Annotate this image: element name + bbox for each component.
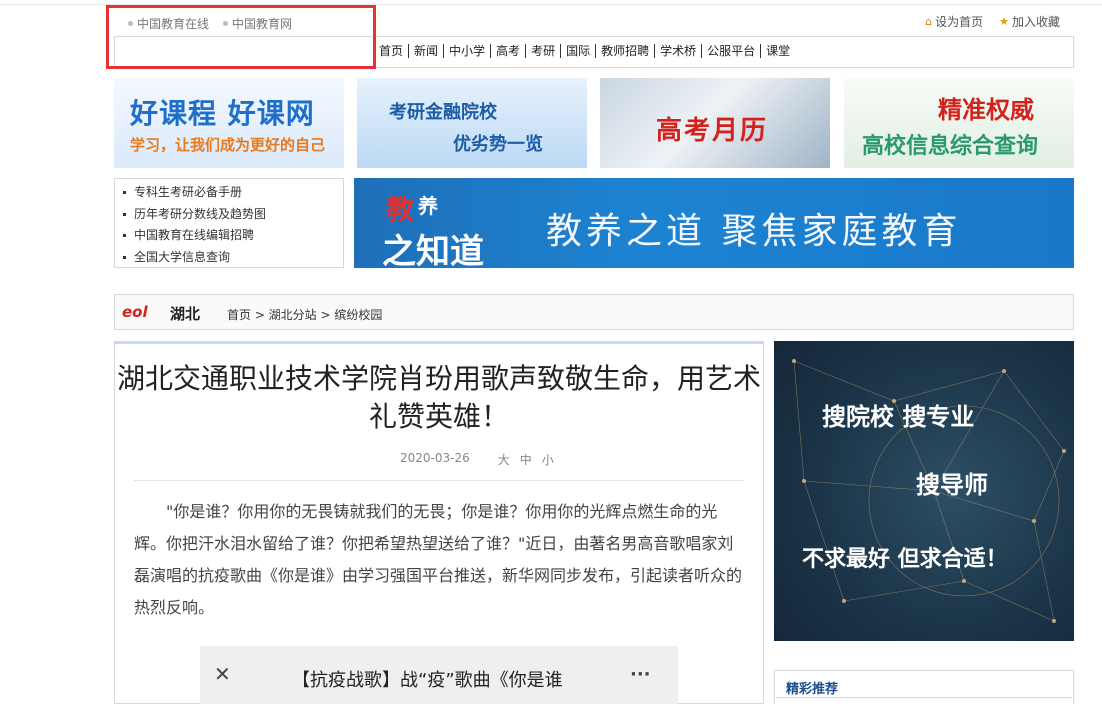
banner-family-education[interactable]: 教 养 之知道 教养之道 聚焦家庭教育: [354, 178, 1074, 268]
top-right-links: ⌂ 设为首页 ★ 加入收藏: [925, 13, 1060, 30]
article-meta: 2020-03-26 大 中 小: [400, 451, 554, 468]
nav-item-international[interactable]: 国际: [561, 44, 597, 58]
list-item[interactable]: 专科生考研必备手册: [123, 182, 335, 204]
set-home-link[interactable]: ⌂ 设为首页: [925, 13, 983, 30]
nav-item-k12[interactable]: 中小学: [444, 44, 492, 58]
font-size-large[interactable]: 大: [498, 451, 510, 468]
main-nav: 首页 新闻 中小学 高考 考研 国际 教师招聘 学术桥 公服平台 课堂: [379, 44, 795, 58]
banner-finance-subtitle: 优劣势一览: [453, 134, 543, 155]
nav-item-kaoyan[interactable]: 考研: [526, 44, 562, 58]
nav-item-classroom[interactable]: 课堂: [761, 44, 795, 58]
quick-links-list: 专科生考研必备手册 历年考研分数线及趋势图 中国教育在线编辑招聘 全国大学信息查…: [114, 178, 344, 268]
nav-item-academic[interactable]: 学术桥: [655, 44, 703, 58]
banner-school-info-subtitle: 高校信息综合查询: [862, 134, 1039, 159]
ad-line-3: 不求最好 但求合适！: [802, 547, 1008, 572]
eol-logo[interactable]: eol: [122, 303, 148, 321]
family-education-logo: 教 养 之知道: [382, 193, 484, 268]
video-title: 【抗疫战歌】战“疫”歌曲《你是谁: [292, 670, 563, 691]
banner-good-course-slogan: 学习，让我们成为更好的自己: [130, 136, 326, 154]
banner-school-info[interactable]: 精准权威 高校信息综合查询: [844, 78, 1074, 168]
nav-item-home[interactable]: 首页: [379, 44, 410, 58]
banner-gaokao-title: 高考月历: [656, 116, 769, 146]
home-icon: ⌂: [925, 15, 933, 28]
article-paragraph: "你是谁？你用你的无畏铸就我们的无畏；你是谁？你用你的光辉点燃生命的光辉。你把汗…: [134, 502, 743, 617]
video-player-header: ✕ 【抗疫战歌】战“疫”歌曲《你是谁 ···: [200, 646, 678, 704]
breadcrumb[interactable]: 首页 > 湖北分站 > 缤纷校园: [227, 306, 382, 323]
font-size-medium[interactable]: 中: [520, 451, 532, 468]
nav-item-teacher-jobs[interactable]: 教师招聘: [596, 44, 656, 58]
banner-gaokao-calendar[interactable]: 高考月历: [600, 78, 830, 168]
recommend-title: 精彩推荐: [786, 682, 839, 697]
banner-school-info-title: 精准权威: [938, 96, 1034, 124]
more-icon[interactable]: ···: [630, 664, 651, 685]
star-icon: ★: [999, 15, 1009, 28]
recommend-divider: [776, 697, 1072, 698]
list-item[interactable]: 中国教育在线编辑招聘: [123, 225, 335, 247]
add-favorite-link[interactable]: ★ 加入收藏: [999, 13, 1060, 30]
ad-line-2: 搜导师: [916, 471, 988, 499]
ad-line-1: 搜院校 搜专业: [822, 403, 975, 431]
nav-item-gaokao[interactable]: 高考: [491, 44, 527, 58]
region-label: 湖北: [170, 305, 201, 323]
article-date: 2020-03-26: [400, 451, 470, 465]
nav-item-news[interactable]: 新闻: [409, 44, 445, 58]
list-item[interactable]: 历年考研分数线及趋势图: [123, 204, 335, 226]
font-size-small[interactable]: 小: [542, 451, 554, 468]
close-icon[interactable]: ✕: [214, 662, 231, 686]
banner-good-course-title: 好课程 好课网: [130, 97, 315, 130]
annotation-highlight-box: [106, 5, 376, 69]
list-item[interactable]: 全国大学信息查询: [123, 247, 335, 269]
banner-finance-title: 考研金融院校: [389, 102, 497, 123]
family-education-slogan: 教养之道 聚焦家庭教育: [546, 211, 962, 252]
search-school-ad[interactable]: 搜院校 搜专业 搜导师 不求最好 但求合适！: [774, 341, 1074, 641]
article-title: 湖北交通职业技术学院肖玢用歌声致敬生命，用艺术礼赞英雄！: [116, 362, 761, 433]
banner-finance-schools[interactable]: 考研金融院校 优劣势一览: [357, 78, 587, 168]
article-divider: [134, 480, 744, 481]
nav-item-public-service[interactable]: 公服平台: [702, 44, 762, 58]
banner-good-course[interactable]: 好课程 好课网 学习，让我们成为更好的自己: [114, 78, 344, 168]
